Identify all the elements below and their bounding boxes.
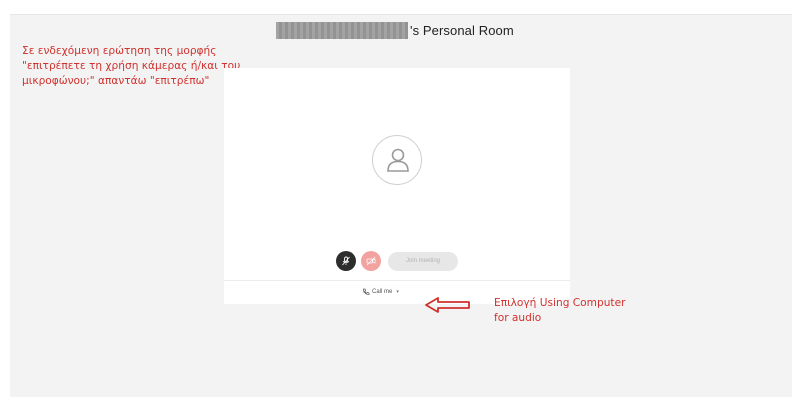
redacted-name bbox=[276, 21, 408, 39]
preview-card: Join meeting Call me ▾ bbox=[224, 68, 570, 304]
annotation-line: for audio bbox=[494, 312, 542, 324]
call-me-dropdown[interactable]: Call me ▾ bbox=[362, 286, 399, 298]
avatar bbox=[372, 135, 422, 185]
room-title-bar: 's Personal Room bbox=[276, 20, 514, 40]
video-off-icon bbox=[366, 256, 376, 266]
left-arrow-icon bbox=[425, 297, 470, 313]
annotation-audio-option: Επιλογή Using Computer for audio bbox=[494, 296, 625, 326]
annotation-line: Σε ενδεχόμενη ερώτηση της μορφής bbox=[22, 45, 217, 57]
user-silhouette-icon bbox=[387, 148, 409, 172]
card-divider bbox=[224, 280, 570, 281]
chevron-down-icon: ▾ bbox=[396, 289, 399, 295]
room-title: 's Personal Room bbox=[410, 22, 514, 38]
video-button[interactable] bbox=[361, 251, 381, 271]
mic-button[interactable] bbox=[336, 251, 356, 271]
call-me-label: Call me bbox=[372, 289, 393, 295]
microphone-muted-icon bbox=[342, 256, 350, 266]
phone-icon bbox=[363, 288, 370, 295]
media-controls: Join meeting bbox=[336, 250, 458, 272]
join-meeting-button[interactable]: Join meeting bbox=[388, 251, 458, 271]
annotation-line: Επιλογή Using Computer bbox=[494, 297, 626, 309]
